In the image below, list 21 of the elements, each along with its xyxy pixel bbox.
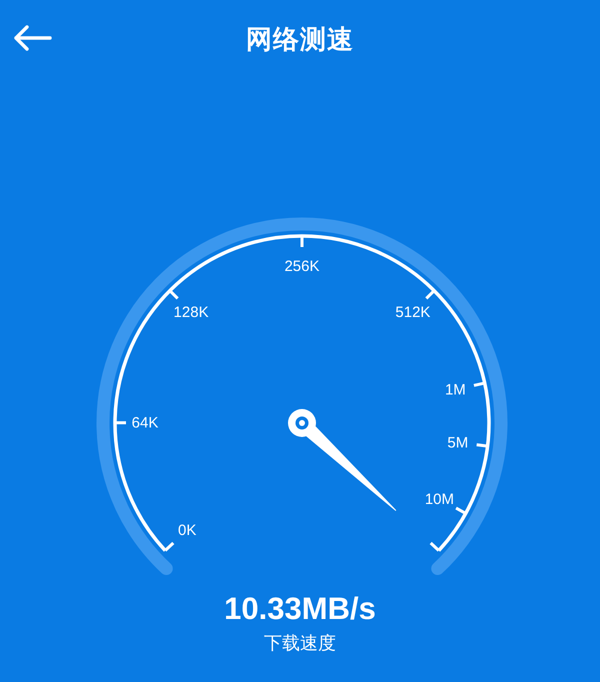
tick-mark <box>168 290 179 300</box>
tick-label: 128K <box>174 304 209 321</box>
tick-label: 64K <box>132 414 158 432</box>
page-title: 网络测速 <box>246 22 354 56</box>
tick-mark <box>476 443 488 448</box>
tick-label: 5M <box>447 434 468 452</box>
tick-mark <box>430 542 440 552</box>
tick-mark <box>115 421 126 424</box>
tick-mark <box>425 290 436 300</box>
tick-label: 0K <box>178 522 196 540</box>
back-arrow-icon[interactable] <box>12 24 52 52</box>
tick-mark <box>455 506 466 515</box>
tick-mark <box>300 236 304 247</box>
tick-label: 512K <box>395 304 430 321</box>
tick-mark <box>164 542 174 552</box>
speed-label: 下载速度 <box>263 632 337 655</box>
tick-label: 1M <box>444 381 466 398</box>
tick-label: 10M <box>424 490 454 508</box>
speed-value: 10.33MB/s <box>223 590 377 628</box>
tick-label: 256K <box>284 258 320 275</box>
tick-mark <box>474 382 486 387</box>
